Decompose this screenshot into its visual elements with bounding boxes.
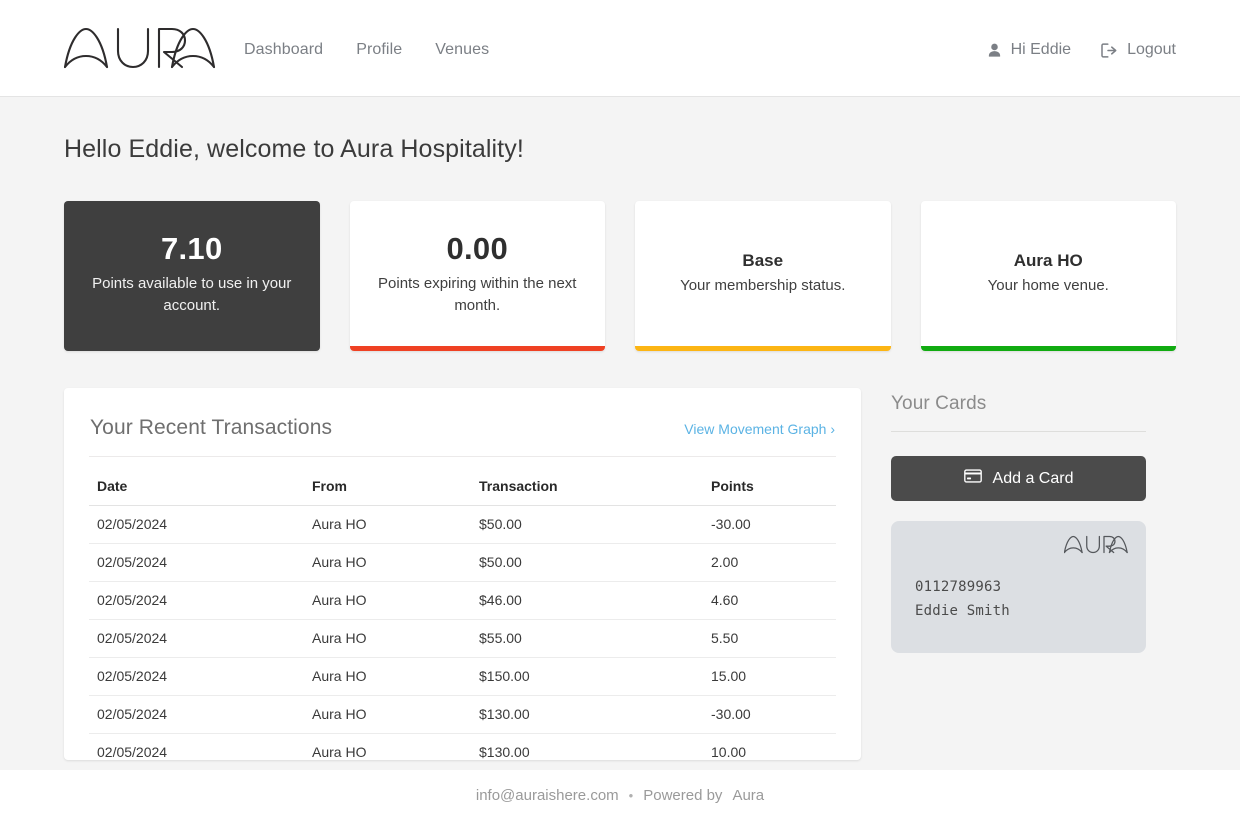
table-row: 02/05/2024 Aura HO $130.00 10.00 (89, 733, 836, 760)
membership-status-description: Your membership status. (680, 277, 846, 295)
footer-email-link[interactable]: info@auraishere.com (476, 787, 619, 804)
stat-cards-row: 7.10 Points available to use in your acc… (64, 201, 1176, 351)
cell-points: 10.00 (703, 733, 836, 760)
logout-label: Logout (1127, 41, 1176, 58)
points-expiring-description: Points expiring within the next month. (378, 275, 577, 314)
cell-points: 15.00 (703, 657, 836, 696)
stat-card-accent-bar (635, 346, 891, 351)
panel-header: Your Recent Transactions View Movement G… (89, 416, 836, 457)
cell-date: 02/05/2024 (89, 619, 304, 658)
loyalty-card-details: 0112789963 Eddie Smith (915, 575, 1126, 623)
cell-date: 02/05/2024 (89, 505, 304, 544)
nav-item-profile[interactable]: Profile (356, 41, 402, 59)
credit-card-icon (963, 469, 982, 488)
cell-transaction: $150.00 (471, 657, 703, 696)
cell-date: 02/05/2024 (89, 581, 304, 620)
column-header-points: Points (703, 468, 836, 506)
points-available-value: 7.10 (160, 231, 223, 267)
add-card-label: Add a Card (992, 469, 1074, 487)
account-greeting-link[interactable]: Hi Eddie (987, 41, 1071, 59)
cell-from: Aura HO (304, 733, 471, 760)
transactions-table: Date From Transaction Points 02/05/2024 … (89, 468, 836, 760)
page-title: Hello Eddie, welcome to Aura Hospitality… (64, 135, 524, 163)
cell-points: -30.00 (703, 505, 836, 544)
add-card-button[interactable]: Add a Card (891, 456, 1146, 501)
brand-logo[interactable] (64, 27, 216, 69)
table-row: 02/05/2024 Aura HO $130.00 -30.00 (89, 695, 836, 734)
home-venue-description: Your home venue. (987, 277, 1109, 295)
table-row: 02/05/2024 Aura HO $46.00 4.60 (89, 581, 836, 620)
loyalty-card-holder: Eddie Smith (915, 602, 1010, 619)
membership-status-value: Base (742, 251, 784, 271)
recent-transactions-panel: Your Recent Transactions View Movement G… (64, 388, 861, 760)
your-cards-title: Your Cards (891, 393, 1146, 432)
stat-card-home-venue: Aura HO Your home venue. (920, 201, 1176, 351)
table-row: 02/05/2024 Aura HO $50.00 2.00 (89, 543, 836, 582)
cell-points: 5.50 (703, 619, 836, 658)
logout-link[interactable]: Logout (1101, 41, 1176, 59)
cell-transaction: $130.00 (471, 733, 703, 760)
transactions-table-body: 02/05/2024 Aura HO $50.00 -30.00 02/05/2… (89, 505, 836, 760)
cell-from: Aura HO (304, 543, 471, 582)
table-header-row: Date From Transaction Points (89, 468, 836, 506)
site-footer: info@auraishere.com • Powered by Aura (0, 770, 1240, 820)
column-header-from: From (304, 468, 471, 506)
cell-transaction: $46.00 (471, 581, 703, 620)
aura-wordmark-logo (64, 27, 216, 69)
loyalty-card[interactable]: 0112789963 Eddie Smith (891, 521, 1146, 653)
sign-out-icon (1101, 42, 1118, 58)
table-row: 02/05/2024 Aura HO $50.00 -30.00 (89, 505, 836, 544)
site-header: Dashboard Profile Venues Hi Eddie Logout (0, 0, 1240, 97)
cell-transaction: $55.00 (471, 619, 703, 658)
header-account-area: Hi Eddie Logout (987, 41, 1176, 59)
home-venue-value: Aura HO (1013, 251, 1083, 271)
content-row: Your Recent Transactions View Movement G… (64, 388, 1176, 760)
aura-card-logo-icon (1063, 535, 1128, 559)
column-header-transaction: Transaction (471, 468, 703, 506)
transactions-title: Your Recent Transactions (90, 416, 333, 439)
cell-transaction: $50.00 (471, 505, 703, 544)
user-icon (987, 43, 1002, 58)
stat-card-accent-bar (349, 346, 605, 351)
cell-from: Aura HO (304, 505, 471, 544)
points-available-description: Points available to use in your account. (92, 275, 292, 314)
your-cards-sidebar: Your Cards Add a Card 0112789963 Eddie S… (891, 388, 1146, 653)
view-movement-graph-link[interactable]: View Movement Graph › (684, 421, 835, 437)
table-row: 02/05/2024 Aura HO $55.00 5.50 (89, 619, 836, 658)
nav-item-dashboard[interactable]: Dashboard (244, 41, 323, 59)
cell-transaction: $130.00 (471, 695, 703, 734)
stat-card-membership-status: Base Your membership status. (635, 201, 891, 351)
cell-from: Aura HO (304, 695, 471, 734)
cell-date: 02/05/2024 (89, 543, 304, 582)
cell-from: Aura HO (304, 581, 471, 620)
cell-points: -30.00 (703, 695, 836, 734)
stat-card-points-available: 7.10 Points available to use in your acc… (64, 201, 320, 351)
cell-date: 02/05/2024 (89, 695, 304, 734)
cell-from: Aura HO (304, 657, 471, 696)
stat-card-accent-bar (920, 346, 1176, 351)
cell-transaction: $50.00 (471, 543, 703, 582)
footer-separator: • (628, 787, 634, 803)
nav-item-venues[interactable]: Venues (435, 41, 489, 59)
stat-card-points-expiring: 0.00 Points expiring within the next mon… (349, 201, 605, 351)
cell-from: Aura HO (304, 619, 471, 658)
main-content: Hello Eddie, welcome to Aura Hospitality… (0, 97, 1240, 760)
column-header-date: Date (89, 468, 304, 506)
cell-points: 2.00 (703, 543, 836, 582)
account-greeting-label: Hi Eddie (1010, 41, 1072, 58)
footer-brand-link[interactable]: Aura (732, 787, 764, 804)
cell-date: 02/05/2024 (89, 657, 304, 696)
cell-date: 02/05/2024 (89, 733, 304, 760)
main-navigation: Dashboard Profile Venues (244, 41, 489, 59)
footer-powered-by-label: Powered by (643, 786, 723, 804)
cell-points: 4.60 (703, 581, 836, 620)
table-row: 02/05/2024 Aura HO $150.00 15.00 (89, 657, 836, 696)
points-expiring-value: 0.00 (446, 231, 509, 267)
loyalty-card-number: 0112789963 (915, 578, 1002, 595)
